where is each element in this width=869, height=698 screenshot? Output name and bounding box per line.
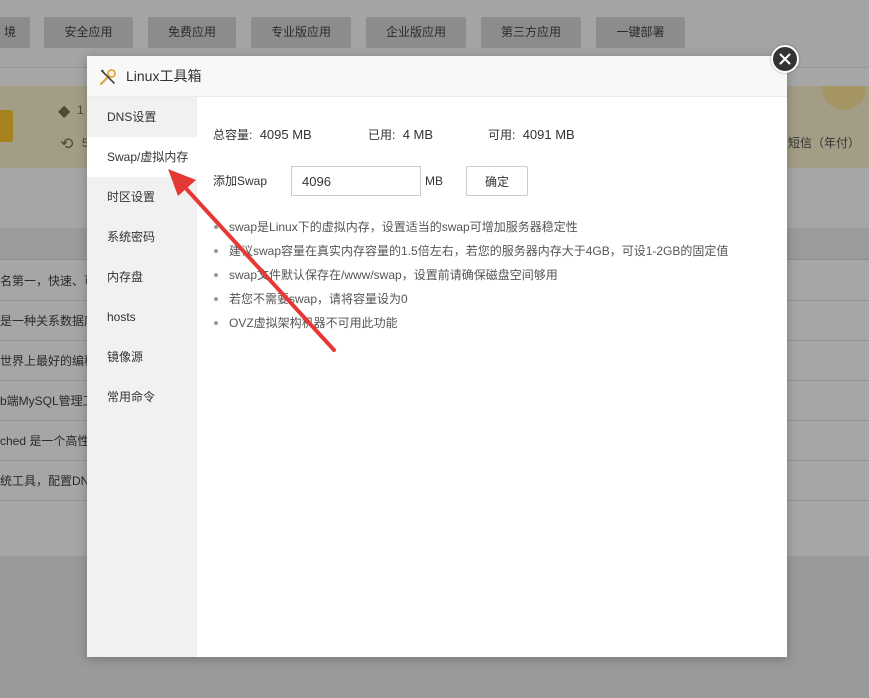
add-swap-label: 添加Swap: [213, 174, 268, 188]
dialog-title: Linux工具箱: [126, 68, 202, 84]
diamond-icon: ◆: [58, 103, 71, 120]
bg-tab-0[interactable]: 境: [0, 17, 30, 48]
total-capacity-value: 4095 MB: [259, 127, 312, 142]
used-capacity-label: 已用:: [368, 128, 396, 142]
list-item: swap文件默认保存在/www/swap，设置前请确保磁盘空间够用: [213, 263, 728, 287]
dialog-header: Linux工具箱: [87, 56, 787, 97]
linux-toolbox-dialog: Linux工具箱 DNS设置 Swap/虚拟内存 时区设置 系统密码 内存盘 h…: [87, 45, 799, 657]
total-capacity-label: 总容量:: [213, 128, 253, 142]
swap-panel: 总容量: 4095 MB 已用: 4 MB 可用: 4091 MB 添加Swap…: [197, 97, 787, 657]
background-orange-button: [0, 110, 13, 142]
bg-banner-line1: 1: [77, 103, 84, 117]
used-capacity-value: 4 MB: [402, 127, 434, 142]
free-capacity-value: 4091 MB: [522, 127, 575, 142]
free-capacity: 可用: 4091 MB: [488, 125, 575, 145]
bg-tab-one-click-deploy[interactable]: 一键部署: [596, 17, 685, 48]
close-icon: [779, 53, 791, 65]
sidebar-item-dns[interactable]: DNS设置: [87, 97, 197, 137]
bg-tab-third-party-apps[interactable]: 第三方应用: [481, 17, 581, 48]
close-button[interactable]: [771, 45, 799, 73]
bg-tab-security-apps[interactable]: 安全应用: [44, 17, 133, 48]
bg-banner-right-text: 短信（年付）: [788, 136, 861, 150]
swap-size-input[interactable]: [291, 166, 421, 196]
confirm-button[interactable]: 确定: [466, 166, 528, 196]
swap-unit-label: MB: [425, 174, 443, 188]
total-capacity: 总容量: 4095 MB: [213, 125, 312, 145]
toolbox-sidebar: DNS设置 Swap/虚拟内存 时区设置 系统密码 内存盘 hosts 镜像源 …: [87, 97, 197, 657]
tools-icon: [99, 69, 116, 86]
list-item: 建议swap容量在真实内存容量的1.5倍左右，若您的服务器内存大于4GB，可设1…: [213, 239, 728, 263]
bg-tab-enterprise-apps[interactable]: 企业版应用: [366, 17, 466, 48]
swap-tips-list: swap是Linux下的虚拟内存，设置适当的swap可增加服务器稳定性 建议sw…: [213, 215, 728, 335]
list-item: 若您不需要swap，请将容量设为0: [213, 287, 728, 311]
sidebar-item-common-commands[interactable]: 常用命令: [87, 377, 197, 417]
free-capacity-label: 可用:: [488, 128, 516, 142]
used-capacity: 已用: 4 MB: [368, 125, 433, 145]
list-item: swap是Linux下的虚拟内存，设置适当的swap可增加服务器稳定性: [213, 215, 728, 239]
bg-tab-pro-apps[interactable]: 专业版应用: [251, 17, 351, 48]
bg-tab-free-apps[interactable]: 免费应用: [148, 17, 236, 48]
sidebar-item-ramdisk[interactable]: 内存盘: [87, 257, 197, 297]
sidebar-item-system-password[interactable]: 系统密码: [87, 217, 197, 257]
sidebar-item-swap[interactable]: Swap/虚拟内存: [87, 137, 197, 177]
sidebar-item-hosts[interactable]: hosts: [87, 297, 197, 337]
clock-icon: ⟲: [60, 136, 74, 153]
sidebar-item-mirror-source[interactable]: 镜像源: [87, 337, 197, 377]
sidebar-item-timezone[interactable]: 时区设置: [87, 177, 197, 217]
list-item: OVZ虚拟架构机器不可用此功能: [213, 311, 728, 335]
